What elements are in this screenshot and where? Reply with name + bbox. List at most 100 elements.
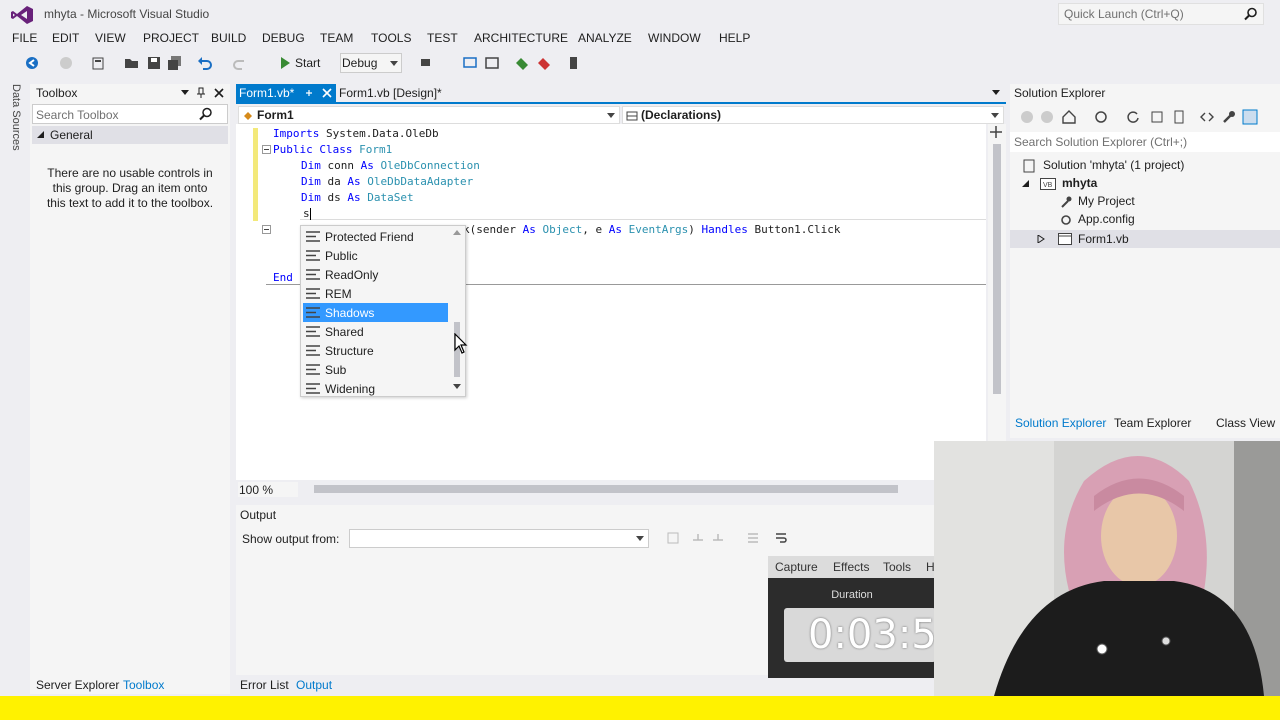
- recorder-tab-effects[interactable]: Effects: [833, 560, 869, 574]
- tab-form1-design[interactable]: Form1.vb [Design]*: [339, 86, 442, 100]
- tab-class-view[interactable]: Class View: [1216, 416, 1275, 430]
- scroll-up-icon[interactable]: [453, 230, 461, 235]
- intellisense-item[interactable]: REM: [303, 284, 448, 303]
- next-message-icon[interactable]: [711, 531, 725, 545]
- pin-icon[interactable]: [304, 88, 314, 98]
- menu-project[interactable]: PROJECT: [143, 31, 199, 45]
- dropdown-icon[interactable]: [181, 90, 189, 96]
- back-icon[interactable]: [24, 55, 40, 71]
- expanded-triangle-icon[interactable]: [1022, 180, 1030, 188]
- type-name: Form1: [359, 143, 393, 156]
- undo-icon[interactable]: [197, 55, 213, 71]
- recorder-tab-tools[interactable]: Tools: [883, 560, 911, 574]
- word-wrap-icon[interactable]: [774, 531, 788, 545]
- split-icon[interactable]: [990, 126, 1002, 138]
- redo-icon[interactable]: [232, 55, 248, 71]
- menu-file[interactable]: FILE: [12, 31, 37, 45]
- intellisense-item[interactable]: Structure: [303, 341, 448, 360]
- preview-selected-icon[interactable]: [1242, 109, 1258, 125]
- back-icon[interactable]: [1020, 110, 1034, 124]
- horizontal-scrollbar-thumb[interactable]: [314, 485, 898, 493]
- collapse-class-icon[interactable]: [262, 145, 271, 154]
- open-file-icon[interactable]: [124, 55, 140, 71]
- toolbox-group-general[interactable]: General: [32, 126, 228, 144]
- intellisense-item[interactable]: ReadOnly: [303, 265, 448, 284]
- menu-analyze[interactable]: ANALYZE: [578, 31, 632, 45]
- collapse-all-icon[interactable]: [1150, 110, 1164, 124]
- tab-team-explorer[interactable]: Team Explorer: [1114, 416, 1191, 430]
- menu-help[interactable]: HELP: [719, 31, 750, 45]
- member-dropdown[interactable]: (Declarations): [622, 106, 1004, 124]
- scroll-down-icon[interactable]: [453, 384, 461, 389]
- view-code-icon[interactable]: [1200, 110, 1214, 124]
- close-tab-icon[interactable]: [322, 88, 332, 98]
- editor-vertical-scrollbar[interactable]: [988, 124, 1006, 480]
- intellisense-item[interactable]: Shadows: [303, 303, 448, 322]
- pending-changes-icon[interactable]: [1094, 110, 1108, 124]
- recorder-tabs: Capture Effects Tools H: [768, 556, 936, 578]
- find-icon[interactable]: [462, 55, 478, 71]
- intellisense-scrollbar[interactable]: [451, 230, 463, 394]
- intellisense-item[interactable]: Shared: [303, 322, 448, 341]
- keyword: Imports: [273, 127, 320, 140]
- show-all-files-icon[interactable]: [1172, 110, 1186, 124]
- recorder-tab-capture[interactable]: Capture: [775, 560, 818, 574]
- type-name: DataSet: [367, 191, 414, 204]
- quick-launch-input[interactable]: Quick Launch (Ctrl+Q): [1058, 3, 1264, 25]
- collapse-method-icon[interactable]: [262, 225, 271, 234]
- menu-test[interactable]: TEST: [427, 31, 458, 45]
- menu-window[interactable]: WINDOW: [648, 31, 701, 45]
- menu-tools[interactable]: TOOLS: [371, 31, 411, 45]
- find-message-icon[interactable]: [666, 531, 680, 545]
- comment-icon[interactable]: [566, 55, 582, 71]
- tab-overflow-icon[interactable]: [992, 90, 1000, 96]
- refresh-icon[interactable]: [1126, 110, 1140, 124]
- pin-icon[interactable]: [196, 87, 206, 99]
- scrollbar-thumb[interactable]: [993, 144, 1001, 394]
- bookmark-icon[interactable]: [514, 55, 530, 71]
- declarations-icon: [626, 111, 638, 121]
- data-sources-tab[interactable]: Data Sources: [10, 84, 22, 151]
- solution-configuration-dropdown[interactable]: Debug: [340, 53, 402, 73]
- tab-error-list[interactable]: Error List: [240, 678, 289, 692]
- toolbox-search-input[interactable]: Search Toolbox: [32, 104, 228, 124]
- clear-all-icon[interactable]: [746, 531, 760, 545]
- intellisense-item[interactable]: Widening: [303, 379, 448, 398]
- intellisense-item[interactable]: Protected Friend: [303, 227, 448, 246]
- tree-form1-vb[interactable]: Form1.vb: [1010, 230, 1280, 248]
- zoom-dropdown[interactable]: 100 %: [238, 482, 298, 497]
- toolbox-panel: Toolbox Search Toolbox General There are…: [30, 84, 230, 694]
- bookmark-clear-icon[interactable]: [536, 55, 552, 71]
- menu-team[interactable]: TEAM: [320, 31, 353, 45]
- forward-icon[interactable]: [58, 55, 74, 71]
- window-icon[interactable]: [484, 55, 500, 71]
- tab-form1-vb[interactable]: Form1.vb*: [236, 84, 336, 102]
- intellisense-item[interactable]: Public: [303, 246, 448, 265]
- save-all-icon[interactable]: [167, 55, 183, 71]
- save-icon[interactable]: [146, 55, 162, 71]
- tab-output[interactable]: Output: [296, 678, 332, 692]
- prev-message-icon[interactable]: [691, 531, 705, 545]
- home-icon[interactable]: [1062, 110, 1076, 124]
- keyword: Public Class: [273, 143, 353, 156]
- output-source-dropdown[interactable]: [349, 529, 649, 548]
- tab-solution-explorer[interactable]: Solution Explorer: [1015, 416, 1106, 430]
- menu-edit[interactable]: EDIT: [52, 31, 79, 45]
- tab-toolbox[interactable]: Toolbox: [123, 678, 164, 692]
- menu-architecture[interactable]: ARCHITECTURE: [474, 31, 568, 45]
- properties-icon[interactable]: [1222, 110, 1236, 124]
- side-tab-strip: Data Sources: [0, 80, 30, 700]
- collapsed-triangle-icon[interactable]: [1037, 235, 1045, 243]
- new-project-icon[interactable]: [90, 55, 106, 71]
- attach-icon[interactable]: [418, 55, 434, 71]
- menu-build[interactable]: BUILD: [211, 31, 246, 45]
- forward-icon[interactable]: [1040, 110, 1054, 124]
- menu-view[interactable]: VIEW: [95, 31, 126, 45]
- visual-studio-logo-icon: [11, 6, 33, 24]
- menu-debug[interactable]: DEBUG: [262, 31, 305, 45]
- intellisense-item[interactable]: Sub: [303, 360, 448, 379]
- close-icon[interactable]: [214, 88, 224, 98]
- tab-server-explorer[interactable]: Server Explorer: [36, 678, 119, 692]
- solution-search-input[interactable]: Search Solution Explorer (Ctrl+;): [1010, 132, 1280, 152]
- class-dropdown[interactable]: Form1: [238, 106, 620, 124]
